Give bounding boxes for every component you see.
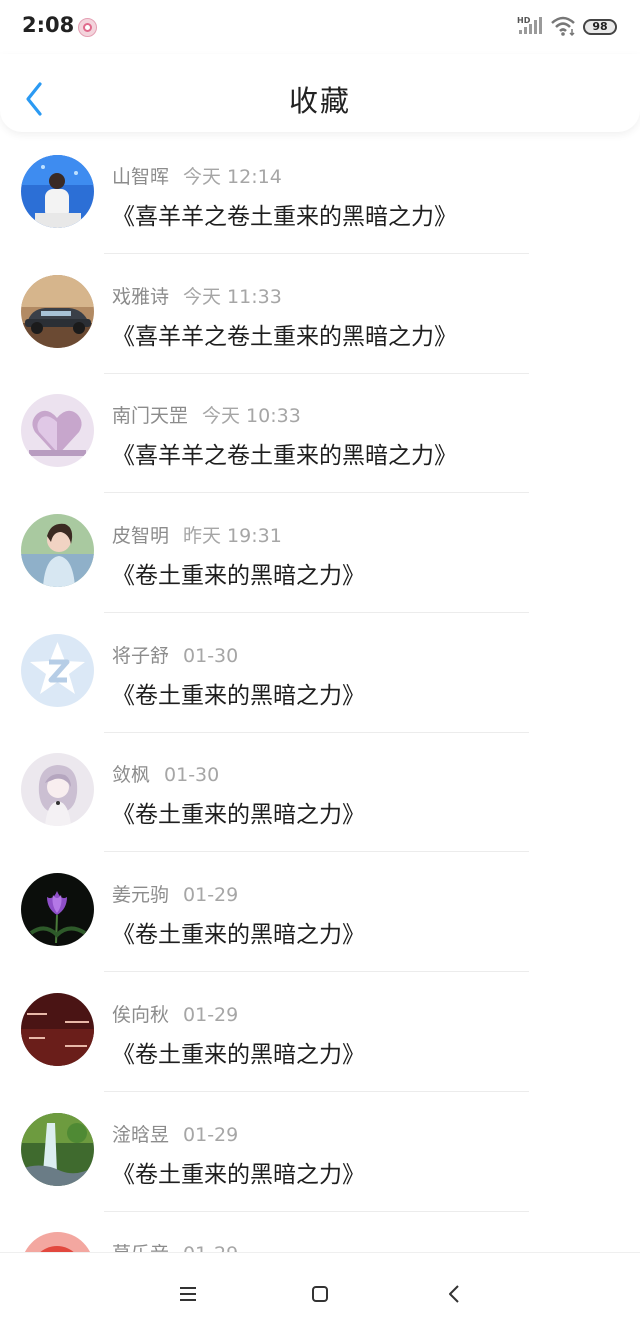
list-item[interactable]: 戏雅诗 今天 11:33 《喜羊羊之卷土重来的黑暗之力》 [0, 256, 640, 376]
divider [104, 731, 529, 733]
list-item[interactable]: 俟向秋 01-29 《卷土重来的黑暗之力》 [0, 974, 640, 1094]
avatar [21, 753, 94, 827]
avatar [21, 873, 94, 947]
header: 收藏 [0, 54, 640, 132]
avatar [21, 1112, 94, 1186]
home-square-icon [312, 1286, 328, 1302]
avatar [21, 992, 94, 1066]
divider [104, 1210, 529, 1212]
avatar [21, 514, 94, 588]
divider [104, 612, 529, 614]
item-title: 《喜羊羊之卷土重来的黑暗之力》 [112, 323, 457, 350]
item-meta: 皮智明 昨天 19:31 [112, 521, 282, 548]
navigation-bar [0, 1252, 640, 1331]
item-title: 《卷土重来的黑暗之力》 [112, 563, 365, 590]
network-label: HD [517, 16, 531, 25]
battery-indicator: 98 [583, 19, 617, 35]
menu-button[interactable] [173, 1279, 203, 1309]
item-meta: 姜元驹 01-29 [112, 880, 238, 907]
item-time: 01-29 [183, 1003, 239, 1026]
item-author: 敛枫 [112, 764, 151, 787]
divider [104, 372, 529, 374]
item-time: 01-29 [183, 1123, 239, 1146]
item-time: 今天 10:33 [202, 405, 301, 428]
item-author: 姜元驹 [112, 884, 170, 907]
item-time: 今天 11:33 [183, 285, 282, 308]
avatar [21, 633, 94, 707]
list-item[interactable]: 南门天罡 今天 10:33 《喜羊羊之卷土重来的黑暗之力》 [0, 375, 640, 495]
list-item[interactable]: 姜元驹 01-29 《卷土重来的黑暗之力》 [0, 854, 640, 974]
item-author: 山智晖 [112, 166, 170, 188]
item-time: 01-30 [183, 644, 239, 667]
menu-icon [180, 1287, 196, 1301]
notification-app-icon [78, 18, 97, 37]
list-item[interactable]: 将子舒 01-30 《卷土重来的黑暗之力》 [0, 615, 640, 735]
avatar [21, 274, 94, 348]
item-time: 今天 12:14 [183, 166, 282, 188]
item-author: 皮智明 [112, 525, 170, 548]
status-time: 2:08 [22, 13, 75, 37]
page-title: 收藏 [288, 84, 351, 118]
avatar [21, 155, 94, 228]
status-bar: 2:08 HD 98 [0, 0, 640, 54]
item-meta: 淦晗昱 01-29 [112, 1120, 238, 1147]
item-meta: 俟向秋 01-29 [112, 1000, 238, 1027]
list-item[interactable]: 淦晗昱 01-29 《卷土重来的黑暗之力》 [0, 1094, 640, 1214]
item-time: 昨天 19:31 [183, 525, 282, 548]
item-title: 《卷土重来的黑暗之力》 [112, 922, 365, 949]
item-author: 淦晗昱 [112, 1123, 170, 1146]
avatar [21, 394, 94, 468]
item-title: 《喜羊羊之卷土重来的黑暗之力》 [112, 204, 457, 230]
divider [104, 492, 529, 494]
wifi-icon [551, 16, 575, 37]
item-time: 01-30 [164, 764, 220, 787]
divider [104, 851, 529, 853]
home-button[interactable] [305, 1279, 335, 1309]
item-meta: 敛枫 01-30 [112, 760, 219, 787]
favorites-list: 山智晖 今天 12:14 《喜羊羊之卷土重来的黑暗之力》 戏雅诗 今天 11:33 … [0, 136, 640, 1333]
item-time: 01-29 [183, 884, 239, 907]
item-title: 《卷土重来的黑暗之力》 [112, 1041, 365, 1068]
item-author: 南门天罡 [112, 405, 189, 428]
item-author: 将子舒 [112, 644, 170, 667]
list-item[interactable]: 山智晖 今天 12:14 《喜羊羊之卷土重来的黑暗之力》 [0, 136, 640, 256]
list-item[interactable]: 敛枫 01-30 《卷土重来的黑暗之力》 [0, 734, 640, 854]
signal-icon: HD [517, 16, 542, 34]
back-triangle-icon [449, 1285, 459, 1303]
item-meta: 将子舒 01-30 [112, 641, 238, 668]
item-meta: 南门天罡 今天 10:33 [112, 401, 301, 428]
item-meta: 戏雅诗 今天 11:33 [112, 282, 282, 309]
item-title: 《卷土重来的黑暗之力》 [112, 682, 365, 709]
item-title: 《卷土重来的黑暗之力》 [112, 1161, 365, 1188]
divider [104, 971, 529, 973]
divider [104, 1090, 529, 1092]
item-author: 戏雅诗 [112, 285, 170, 308]
item-title: 《喜羊羊之卷土重来的黑暗之力》 [112, 443, 457, 470]
item-title: 《卷土重来的黑暗之力》 [112, 802, 365, 829]
system-back-button[interactable] [440, 1279, 470, 1309]
list-item[interactable]: 皮智明 昨天 19:31 《卷土重来的黑暗之力》 [0, 495, 640, 615]
item-author: 俟向秋 [112, 1003, 170, 1026]
divider [104, 253, 529, 254]
item-meta: 山智晖 今天 12:14 [112, 162, 282, 189]
